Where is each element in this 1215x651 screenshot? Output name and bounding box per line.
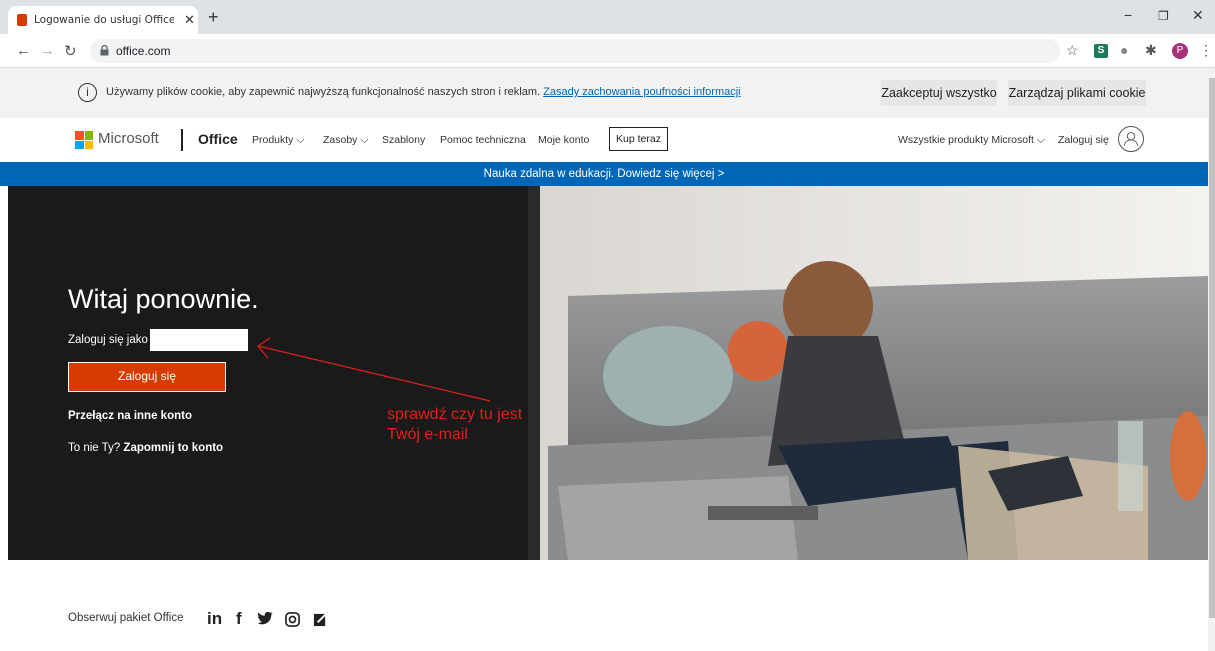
cookie-message: Używamy plików cookie, aby zapewnić najw… [106, 86, 741, 98]
all-microsoft-products-menu[interactable]: Wszystkie produkty Microsoft ⌵ [898, 134, 1045, 147]
lock-icon [100, 45, 109, 56]
forward-arrow-icon[interactable]: → [40, 42, 55, 59]
browser-menu-icon[interactable]: ⋮ [1199, 42, 1213, 59]
office-favicon-icon [17, 14, 27, 26]
info-icon: i [78, 83, 97, 102]
tab-close-icon[interactable]: ✕ [184, 12, 195, 28]
nav-resources[interactable]: Zasoby ⌵ [323, 134, 368, 147]
window-restore-button[interactable]: ❐ [1158, 9, 1169, 23]
email-redacted-box [150, 329, 248, 351]
header-signin-link[interactable]: Zaloguj się [1058, 134, 1109, 146]
reload-icon[interactable]: ↻ [64, 42, 77, 60]
browser-tab-bar: Logowanie do usługi Office 365 | ✕ + − ❐… [0, 0, 1215, 34]
forget-account-link[interactable]: Zapomnij to konto [123, 442, 223, 454]
office-brand[interactable]: Office [198, 131, 238, 147]
nav-my-account[interactable]: Moje konto [538, 134, 589, 146]
extensions-puzzle-icon[interactable]: ✱ [1145, 42, 1157, 59]
page-scrollbar-thumb[interactable] [1209, 78, 1215, 618]
forget-account-line: To nie Ty? Zapomnij to konto [68, 442, 223, 454]
promo-banner[interactable]: Nauka zdalna w edukacji. Dowiedz się wię… [0, 162, 1208, 186]
blog-icon[interactable] [313, 612, 328, 627]
linkedin-icon[interactable]: in [207, 609, 222, 629]
tab-title: Logowanie do usługi Office 365 | [34, 14, 174, 26]
user-account-icon[interactable] [1118, 126, 1144, 152]
facebook-icon[interactable]: f [236, 609, 242, 629]
url-text: office.com [116, 44, 171, 58]
back-arrow-icon[interactable]: ← [16, 42, 31, 59]
bookmark-star-icon[interactable]: ☆ [1066, 42, 1079, 59]
annotation-arrow-icon [257, 337, 491, 402]
microsoft-brand[interactable]: Microsoft [98, 130, 159, 147]
privacy-link[interactable]: Zasady zachowania poufności informacji [543, 86, 741, 98]
signin-as-label: Zaloguj się jako [68, 334, 148, 346]
nav-products[interactable]: Produkty ⌵ [252, 134, 304, 147]
annotation-line-2: Twój e-mail [387, 426, 468, 443]
nav-templates[interactable]: Szablony [382, 134, 425, 146]
switch-account-link[interactable]: Przełącz na inne konto [68, 410, 192, 422]
follow-office-label: Obserwuj pakiet Office [68, 612, 184, 624]
site-header: Microsoft Office Produkty ⌵ Zasoby ⌵ Sza… [0, 118, 1208, 162]
browser-tab[interactable]: Logowanie do usługi Office 365 | ✕ [8, 6, 198, 34]
annotation-note: sprawdź czy tu jest Twój e-mail [387, 405, 522, 445]
extension-s-icon[interactable]: S [1094, 44, 1108, 58]
new-tab-button[interactable]: + [208, 7, 219, 28]
hero-photo-man-on-sofa [528, 186, 1208, 560]
microsoft-logo-icon[interactable] [75, 131, 93, 149]
browser-toolbar: ← → ↻ office.com ☆ S ● ✱ P ⋮ [0, 34, 1215, 68]
signin-button[interactable]: Zaloguj się [68, 362, 226, 392]
annotation-line-1: sprawdź czy tu jest [387, 406, 523, 423]
header-divider [181, 129, 183, 151]
cookie-text: Używamy plików cookie, aby zapewnić najw… [106, 86, 541, 98]
cookie-consent-bar: i Używamy plików cookie, aby zapewnić na… [0, 68, 1208, 118]
manage-cookies-button[interactable]: Zarządzaj plikami cookie [1008, 80, 1146, 106]
welcome-heading: Witaj ponownie. [68, 284, 259, 314]
window-minimize-button[interactable]: − [1124, 7, 1132, 23]
instagram-icon[interactable] [285, 612, 300, 627]
address-bar[interactable]: office.com [90, 39, 1060, 63]
nav-support[interactable]: Pomoc techniczna [440, 134, 526, 146]
profile-avatar[interactable]: P [1172, 43, 1188, 59]
twitter-icon[interactable] [256, 612, 274, 626]
window-close-button[interactable]: ✕ [1192, 7, 1204, 24]
accept-all-cookies-button[interactable]: Zaakceptuj wszystko [881, 80, 997, 106]
extension-circle-icon[interactable]: ● [1120, 42, 1128, 58]
buy-now-button[interactable]: Kup teraz [609, 127, 668, 151]
hero-section: Witaj ponownie. Zaloguj się jako Zaloguj… [8, 186, 1208, 560]
not-you-label: To nie Ty? [68, 442, 121, 454]
